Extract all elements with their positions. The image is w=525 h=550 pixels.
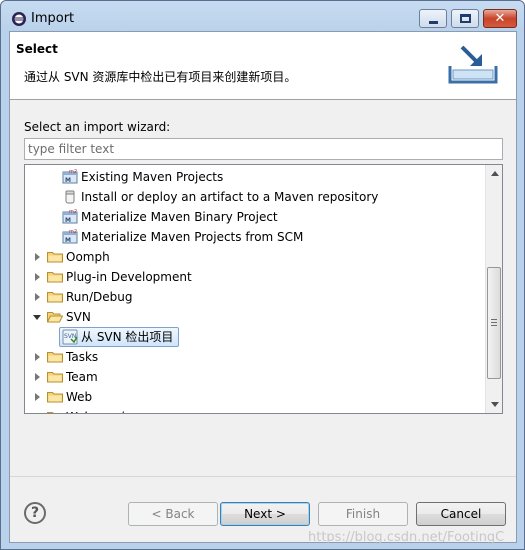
button-bar-separator <box>10 476 516 477</box>
filter-input[interactable] <box>24 138 503 160</box>
collapsed-arrow-icon[interactable] <box>35 293 40 301</box>
svg-text:m2: m2 <box>69 229 77 235</box>
dialog-content: Select 通过从 SVN 资源库中检出已有项目来创建新项目。 Select … <box>9 31 517 545</box>
tree-category[interactable]: Run/Debug <box>25 287 485 307</box>
tree-category[interactable]: SVN <box>25 307 485 327</box>
tree-category[interactable]: Plug-in Development <box>25 267 485 287</box>
tree-category-label: Web services <box>66 407 145 413</box>
svg-text:M: M <box>65 177 71 184</box>
help-button[interactable]: ? <box>24 502 46 524</box>
collapsed-arrow-icon[interactable] <box>35 393 40 401</box>
tree-item-label: Materialize Maven Binary Project <box>81 210 278 224</box>
close-button[interactable]: ✕ <box>483 9 517 28</box>
svg-text:M: M <box>65 237 71 244</box>
page-description: 通过从 SVN 资源库中检出已有项目来创建新项目。 <box>24 70 297 84</box>
window-title: Import <box>31 11 75 26</box>
eclipse-icon <box>12 12 26 26</box>
tree-item-label: Existing Maven Projects <box>81 170 224 184</box>
maven-project-icon: Mm2 <box>62 209 78 224</box>
tree-category[interactable]: Web services <box>25 407 485 414</box>
cancel-button[interactable]: Cancel <box>416 502 506 526</box>
maximize-button[interactable] <box>451 9 479 28</box>
collapsed-arrow-icon[interactable] <box>35 373 40 381</box>
collapsed-arrow-icon[interactable] <box>35 253 40 261</box>
minimize-button[interactable] <box>419 9 447 28</box>
maven-project-icon: Mm2 <box>62 169 78 184</box>
svg-text:m2: m2 <box>69 169 77 175</box>
tree-category-label: Run/Debug <box>66 290 133 304</box>
tree-item[interactable]: Mm2 Materialize Maven Projects from SCM <box>25 227 485 247</box>
tree-item[interactable]: Mm2 Existing Maven Projects <box>25 167 485 187</box>
scroll-thumb[interactable] <box>487 267 501 379</box>
expanded-arrow-icon[interactable] <box>33 315 41 320</box>
grip-line <box>491 319 497 320</box>
folder-icon <box>47 312 63 323</box>
watermark: https://blog.csdn.net/FootingC <box>308 530 505 545</box>
collapsed-arrow-icon[interactable] <box>35 353 40 361</box>
close-icon: ✕ <box>494 11 506 26</box>
scroll-down-button[interactable] <box>486 396 502 413</box>
tree-category-label: Plug-in Development <box>66 270 192 284</box>
tree-category-label: Team <box>66 370 98 384</box>
tree-category[interactable]: Tasks <box>25 347 485 367</box>
next-button[interactable]: Next > <box>220 502 310 526</box>
minimize-icon <box>429 21 438 24</box>
folder-icon <box>47 352 63 363</box>
header-banner: Select 通过从 SVN 资源库中检出已有项目来创建新项目。 <box>10 32 516 100</box>
maven-project-icon: Mm2 <box>62 229 78 244</box>
grip-line <box>491 322 497 323</box>
finish-button[interactable]: Finish <box>318 502 408 526</box>
tree-category-label: Oomph <box>66 250 110 264</box>
tree-item-label: Materialize Maven Projects from SCM <box>81 230 304 244</box>
collapsed-arrow-icon[interactable] <box>35 273 40 281</box>
svg-text:M: M <box>65 217 71 224</box>
scroll-up-button[interactable] <box>486 165 502 182</box>
maximize-icon <box>460 14 471 23</box>
wizard-tree[interactable]: Mm2 Existing Maven Projects Install or dep… <box>24 164 503 414</box>
tree-category-label: Web <box>66 390 93 404</box>
import-dialog: Import ✕ Select 通过从 SVN 资源库中检出已有项目来创建新项目… <box>0 0 525 550</box>
folder-icon <box>47 272 63 283</box>
tree-category-label: Tasks <box>66 350 99 364</box>
tree-category[interactable]: Web <box>25 387 485 407</box>
tree-category[interactable]: Oomph <box>25 247 485 267</box>
tree-category[interactable]: Team <box>25 367 485 387</box>
tree-item[interactable]: Install or deploy an artifact to a Maven… <box>25 187 485 207</box>
svg-text:m2: m2 <box>69 209 77 215</box>
import-wizard-icon <box>448 45 498 84</box>
folder-icon <box>47 372 63 383</box>
tree-item[interactable]: SVN 从 SVN 检出项目 <box>25 327 485 347</box>
folder-icon <box>47 412 54 413</box>
svg-text:SVN: SVN <box>64 333 76 340</box>
tree-item-label: Install or deploy an artifact to a Maven… <box>81 190 379 204</box>
jar-icon <box>65 190 75 204</box>
folder-icon <box>47 292 63 303</box>
scroll-up-icon <box>491 171 499 176</box>
svn-checkout-icon: SVN <box>62 329 78 345</box>
back-button[interactable]: < Back <box>128 502 218 526</box>
page-title: Select <box>16 42 58 56</box>
folder-icon <box>47 392 63 403</box>
wizard-label: Select an import wizard: <box>24 120 171 134</box>
tree-item[interactable]: Mm2 Materialize Maven Binary Project <box>25 207 485 227</box>
collapsed-arrow-icon[interactable] <box>35 413 40 414</box>
folder-icon <box>47 252 63 263</box>
vertical-scrollbar[interactable] <box>485 165 502 413</box>
scroll-down-icon <box>491 402 499 407</box>
grip-line <box>491 325 497 326</box>
tree-category-label: SVN <box>66 310 91 324</box>
tree-item-label: 从 SVN 检出项目 <box>81 330 174 344</box>
